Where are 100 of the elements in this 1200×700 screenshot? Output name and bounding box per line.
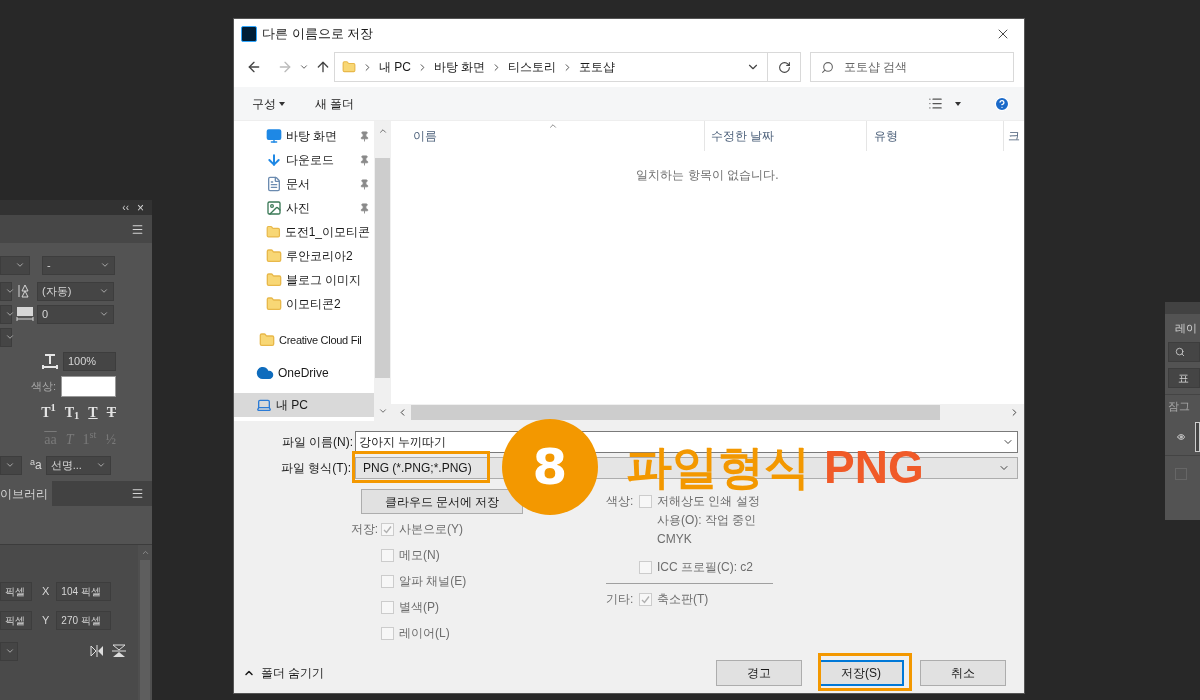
width-field[interactable]: 픽셀 [0,581,32,601]
recent-locations-icon[interactable] [299,62,309,72]
pin-icon [359,130,370,142]
option-label: 사본으로(Y) [399,521,463,538]
chevron-icon [5,286,15,296]
nav-item[interactable]: 사진 [234,196,374,220]
dialog-button[interactable]: 저장(S) [818,660,904,686]
leading-dropdown[interactable]: (자동) [37,281,114,301]
column-header[interactable]: 크 [1003,121,1024,151]
language-dropdown[interactable] [0,455,22,475]
nav-item[interactable]: OneDrive [234,361,374,385]
collapse-button[interactable]: ‹‹ [122,200,129,215]
font-size-dropdown[interactable] [0,255,30,275]
type-style-button[interactable]: T [106,401,116,423]
column-header[interactable]: 유형 [866,121,1003,151]
desktop-icon [266,128,282,144]
nav-item[interactable]: 도전1_이모티콘 [234,220,374,244]
tracking-dropdown[interactable]: 0 [37,304,114,324]
breadcrumb-item[interactable]: 티스토리 [508,58,557,76]
breadcrumb-item[interactable]: 포토샵 [579,58,616,76]
option-label: 별색(P) [399,599,439,616]
antialias-label: $^{a}$a [30,456,42,474]
scroll-up-icon[interactable] [377,126,388,136]
nav-scrollbar[interactable] [374,121,391,421]
column-header[interactable]: 이름 [391,121,704,151]
chevron-icon [5,460,15,470]
y-value: 270 픽셀 [61,613,101,628]
type-style-button[interactable]: T [88,401,98,423]
help-icon[interactable] [994,95,1010,112]
nav-item[interactable]: 내 PC [234,393,374,417]
height-unit: 픽셀 [5,613,25,628]
nav-item[interactable]: 바탕 화면 [234,124,374,148]
y-field[interactable]: 270 픽셀 [56,610,112,630]
chevron-icon [15,260,25,270]
horizontal-scrollbar[interactable] [391,404,1024,421]
blend-mode-dropdown[interactable]: 표 [1168,368,1200,388]
horizontal-scale-value: 100% [68,353,97,369]
refresh-button[interactable] [768,52,801,82]
column-header[interactable]: 수정한 날짜 [704,121,866,151]
save-label: 저장: [349,523,379,538]
menu-icon[interactable] [131,487,144,500]
app-logo-icon [241,26,257,42]
nav-item[interactable]: Creative Cloud Fil [234,328,374,352]
nav-item[interactable]: 이모티콘2 [234,292,374,316]
address-bar[interactable]: 내 PC 바탕 화면 티스토리 포토샵 [334,52,768,82]
search-field[interactable]: 포토샵 검색 [810,52,1014,82]
caret-icon[interactable] [955,101,961,106]
search-icon [1175,347,1185,357]
y-label: Y [42,612,50,628]
back-icon[interactable] [246,59,262,75]
dialog-button[interactable]: 취소 [920,660,1006,686]
file-type-value: PNG (*.PNG;*.PNG) [363,460,472,477]
forward-icon[interactable] [277,59,293,75]
lock-label: 잠그 [1168,399,1190,415]
new-folder-button[interactable]: 새 폴더 [315,94,355,113]
close-button[interactable]: × [137,198,144,217]
x-field[interactable]: 104 픽셀 [56,581,112,601]
size-dropdown[interactable] [0,281,12,301]
breadcrumb-item[interactable]: 바탕 화면 [434,58,486,76]
up-icon[interactable] [315,59,331,75]
angle-dropdown[interactable] [0,641,18,661]
scroll-up-icon[interactable] [140,548,150,557]
dialog-button[interactable]: 경고 [716,660,802,686]
nav-item[interactable]: 블로그 이미지 [234,268,374,292]
panel-title[interactable]: 레이 [1175,319,1197,337]
scroll-down-icon[interactable] [377,406,388,416]
layer-search-field[interactable] [1168,342,1200,362]
caret-icon [279,101,285,106]
organize-menu[interactable]: 구성 [252,94,285,113]
nav-item[interactable]: 다운로드 [234,148,374,172]
kerning-dropdown[interactable] [0,304,12,324]
color-swatch[interactable] [61,375,116,397]
file-name-value: 강아지 누끼따기 [359,434,447,451]
type-style-button[interactable]: T$_{1}$ [64,401,80,423]
view-options-icon[interactable] [928,96,943,111]
breadcrumb-item[interactable]: 내 PC [379,58,411,76]
option-label: ICC 프로필(C): c2 [657,559,753,576]
menu-icon[interactable] [131,222,144,236]
flip-vertical-icon[interactable] [112,644,126,658]
height-field[interactable]: 픽셀 [0,610,32,630]
option-label: 알파 채널(E) [399,573,467,590]
x-label: X [42,583,50,599]
hide-folders-button[interactable]: 폴더 숨기기 [243,664,325,682]
flip-horizontal-icon[interactable] [90,645,104,657]
font-style-dropdown[interactable]: - [42,255,115,275]
check-icon [383,525,392,534]
antialias-dropdown[interactable]: 선명... [45,455,111,475]
horizontal-scale-field[interactable]: 100% [63,351,116,371]
nav-item[interactable]: 문서 [234,172,374,196]
scrollbar[interactable] [138,545,152,700]
option-label: 축소판(T) [657,591,709,608]
nav-item[interactable]: 루안코리아2 [234,244,374,268]
file-name-label: 파일 이름(N): [280,434,354,451]
font-style-value: - [47,257,51,273]
folder-icon [266,248,282,264]
type-style-button[interactable]: T$^{1}$ [41,401,56,423]
chevron-icon [5,309,15,319]
chevron-icon [95,460,106,470]
scale-dropdown[interactable] [0,327,12,347]
cloud-save-button[interactable]: 클라우드 문서에 저장 [361,489,523,514]
